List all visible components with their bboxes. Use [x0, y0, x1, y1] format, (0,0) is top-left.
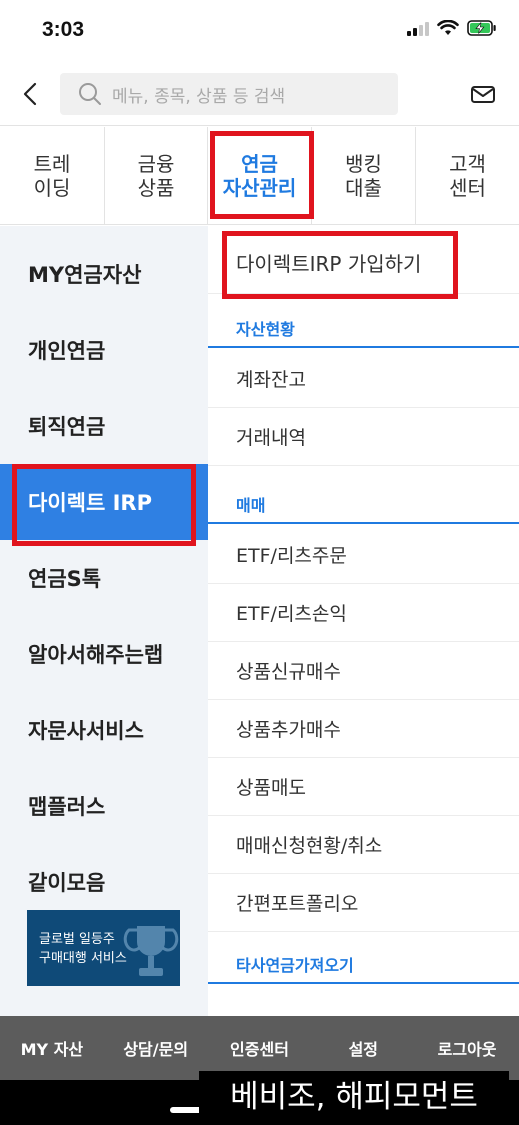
menu-item-label: ETF/리츠주문: [236, 545, 347, 567]
status-icons: [407, 20, 497, 36]
sidebar-item-label: 맵플러스: [28, 795, 106, 819]
section-header-label: 타사연금가져오기: [236, 956, 354, 975]
tab-financial-products[interactable]: 금융 상품: [105, 127, 208, 224]
search-icon: [79, 83, 101, 105]
tab-pension-asset-management[interactable]: 연금 자산관리: [208, 127, 312, 224]
sidebar-item-retirement-pension[interactable]: 퇴직연금: [0, 388, 208, 464]
bottom-nav-my-assets[interactable]: MY 자산: [0, 1036, 104, 1060]
search-input[interactable]: 메뉴, 종목, 상품 등 검색: [60, 73, 398, 115]
sidebar-item-managed-wrap[interactable]: 알아서해주는랩: [0, 616, 208, 692]
menu-item-label: ETF/리츠손익: [236, 603, 347, 625]
category-tabs: 트레 이딩 금융 상품 연금 자산관리 뱅킹 대출 고객 센터: [0, 127, 519, 225]
tab-label: 금융 상품: [137, 151, 175, 200]
sidebar-item-label: 개인연금: [28, 339, 106, 363]
menu-item-etf-reits-pnl[interactable]: ETF/리츠손익: [208, 584, 519, 642]
banner-text: 글로벌 일등주 구매대행 서비스: [39, 932, 127, 966]
menu-item-new-product-buy[interactable]: 상품신규매수: [208, 642, 519, 700]
tab-customer-center[interactable]: 고객 센터: [416, 127, 519, 224]
sidebar-item-map-plus[interactable]: 맵플러스: [0, 768, 208, 844]
battery-charging-icon: [467, 20, 496, 36]
search-header: 메뉴, 종목, 상품 등 검색: [0, 62, 519, 126]
sidebar: MY연금자산 개인연금 퇴직연금 다이렉트 IRP 연금S톡 알아서해주는랩 자…: [0, 226, 208, 1016]
status-bar: 3:03: [0, 0, 519, 62]
sidebar-item-label: 연금S톡: [28, 567, 102, 591]
bottom-nav-logout[interactable]: 로그아웃: [415, 1036, 519, 1060]
menu-item-product-sell[interactable]: 상품매도: [208, 758, 519, 816]
bottom-nav-settings[interactable]: 설정: [311, 1036, 415, 1060]
bottom-nav-certification-center[interactable]: 인증센터: [208, 1036, 312, 1060]
back-button[interactable]: [12, 74, 48, 114]
watermark-caption: 베비조, 해피모먼트: [199, 1071, 509, 1115]
tab-label: 뱅킹 대출: [345, 151, 382, 200]
tab-label: 연금 자산관리: [222, 151, 297, 200]
bottom-nav-consultation[interactable]: 상담/문의: [104, 1036, 208, 1060]
search-placeholder: 메뉴, 종목, 상품 등 검색: [112, 86, 286, 107]
tab-banking-loans[interactable]: 뱅킹 대출: [312, 127, 416, 224]
menu-item-label: 다이렉트IRP 가입하기: [236, 252, 422, 276]
trophy-icon: [123, 926, 179, 976]
section-header-pension-transfer: 타사연금가져오기: [208, 944, 519, 984]
sidebar-item-label: 다이렉트 IRP: [28, 491, 152, 515]
menu-item-additional-product-buy[interactable]: 상품추가매수: [208, 700, 519, 758]
envelope-icon: [471, 86, 495, 103]
sidebar-item-direct-irp[interactable]: 다이렉트 IRP: [0, 464, 208, 540]
tab-label: 트레 이딩: [33, 151, 71, 200]
menu-item-label: 간편포트폴리오: [236, 893, 359, 915]
chevron-left-icon: [23, 82, 37, 106]
menu-item-label: 상품추가매수: [236, 719, 341, 741]
menu-item-etf-reits-order[interactable]: ETF/리츠주문: [208, 526, 519, 584]
menu-item-account-balance[interactable]: 계좌잔고: [208, 350, 519, 408]
menu-item-simple-portfolio[interactable]: 간편포트폴리오: [208, 874, 519, 932]
sidebar-item-label: 자문사서비스: [28, 719, 144, 743]
section-header-trading: 매매: [208, 484, 519, 524]
section-header-label: 자산현황: [236, 320, 295, 339]
menu-item-label: 상품신규매수: [236, 661, 341, 683]
menu-item-label: 거래내역: [236, 427, 306, 449]
tab-trading[interactable]: 트레 이딩: [0, 127, 105, 224]
sidebar-item-label: 같이모음: [28, 871, 106, 895]
mail-button[interactable]: [467, 78, 499, 110]
sidebar-item-together-saving[interactable]: 같이모음: [0, 844, 208, 920]
menu-item-label: 매매신청현황/취소: [236, 835, 383, 857]
sidebar-item-label: 알아서해주는랩: [28, 643, 164, 667]
sidebar-item-personal-pension[interactable]: 개인연금: [0, 312, 208, 388]
sidebar-item-advisory-service[interactable]: 자문사서비스: [0, 692, 208, 768]
global-stock-banner[interactable]: 글로벌 일등주 구매대행 서비스: [27, 910, 180, 986]
sidebar-item-label: 퇴직연금: [28, 415, 106, 439]
menu-item-label: 계좌잔고: [236, 369, 306, 391]
status-time: 3:03: [42, 18, 85, 41]
section-header-asset-status: 자산현황: [208, 308, 519, 348]
tab-label: 고객 센터: [449, 151, 486, 200]
menu-item-direct-irp-signup[interactable]: 다이렉트IRP 가입하기: [208, 232, 519, 294]
menu-item-label: 상품매도: [236, 777, 306, 799]
menu-item-order-status-cancel[interactable]: 매매신청현황/취소: [208, 816, 519, 874]
cellular-signal-icon: [407, 20, 429, 36]
sidebar-item-pension-stalk[interactable]: 연금S톡: [0, 540, 208, 616]
sidebar-item-label: MY연금자산: [28, 263, 142, 287]
menu-item-transaction-history[interactable]: 거래내역: [208, 408, 519, 466]
submenu: 다이렉트IRP 가입하기 자산현황 계좌잔고 거래내역 매매 ETF/리츠주문 …: [208, 226, 519, 1016]
wifi-icon: [437, 20, 459, 35]
section-header-label: 매매: [236, 496, 266, 515]
sidebar-item-my-pension-assets[interactable]: MY연금자산: [0, 236, 208, 312]
